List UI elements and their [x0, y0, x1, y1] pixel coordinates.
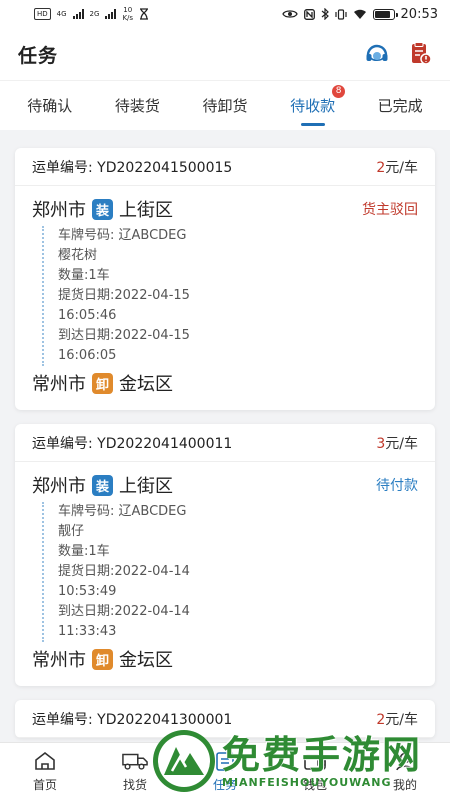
tab-pending-unload[interactable]: 待卸货: [198, 85, 251, 126]
signal-icon-2: [105, 9, 117, 19]
headset-icon[interactable]: [364, 41, 390, 67]
network-4g-label: 4G: [56, 10, 67, 18]
nfc-icon: [303, 8, 315, 20]
order-status: 待付款: [376, 478, 418, 494]
network-2g-label: 2G: [89, 10, 100, 18]
quantity: 数量:1车: [58, 268, 110, 283]
wifi-icon: [353, 9, 366, 19]
freight-price: 3元/车: [376, 435, 418, 452]
clock: 20:53: [400, 6, 438, 22]
freight-price: 2元/车: [376, 711, 418, 728]
vibrate-icon: [334, 8, 347, 20]
load-tag: 装: [92, 198, 113, 220]
arrive-time: 16:06:05: [58, 348, 117, 363]
nav-wallet[interactable]: 钱包: [275, 750, 355, 793]
tab-pending-confirm[interactable]: 待确认: [23, 85, 76, 126]
nav-profile[interactable]: 我的: [365, 750, 445, 793]
home-icon: [32, 750, 58, 772]
battery-icon: [372, 8, 398, 20]
origin: 郑州市 装 上街区: [32, 198, 173, 221]
pickup-date: 提货日期:2022-04-15: [58, 288, 190, 303]
tab-pending-payment[interactable]: 待收款 8: [286, 85, 346, 126]
nav-find-goods[interactable]: 找货: [95, 750, 175, 793]
arrive-date: 到达日期:2022-04-15: [58, 328, 190, 343]
order-card[interactable]: 运单编号: YD2022041500015 2元/车 郑州市 装 上街区 货主驳…: [15, 148, 435, 410]
goods-name: 樱花树: [58, 248, 98, 263]
freight-price: 2元/车: [376, 159, 418, 176]
nav-home[interactable]: 首页: [5, 750, 85, 793]
waybill-number: 运单编号: YD2022041400011: [32, 435, 233, 452]
destination: 常州市 卸 金坛区: [32, 648, 173, 671]
arrive-time: 11:33:43: [58, 624, 117, 639]
user-icon: [392, 750, 418, 772]
pickup-date: 提货日期:2022-04-14: [58, 564, 190, 579]
arrive-date: 到达日期:2022-04-14: [58, 604, 190, 619]
page-title: 任务: [18, 44, 59, 67]
waybill-number: 运单编号: YD2022041300001: [32, 711, 233, 728]
load-tag: 装: [92, 474, 113, 496]
order-list: 运单编号: YD2022041500015 2元/车 郑州市 装 上街区 货主驳…: [0, 130, 450, 738]
bottom-nav: 首页 找货 任务 钱包 我的: [0, 742, 450, 800]
order-card[interactable]: 运单编号: YD2022041400011 3元/车 郑州市 装 上街区 待付款…: [15, 424, 435, 686]
plate-number: 车牌号码: 辽ABCDEG: [58, 504, 187, 519]
eye-icon: [281, 10, 298, 18]
hd-badge: HD: [34, 8, 51, 20]
quantity: 数量:1车: [58, 544, 110, 559]
status-bar: HD 4G 2G 10 K/s 20:53: [0, 0, 450, 28]
tab-pending-load[interactable]: 待装货: [111, 85, 164, 126]
wallet-icon: [302, 750, 328, 772]
tab-count-badge: 8: [332, 85, 346, 98]
task-icon: [212, 750, 238, 772]
pickup-time: 16:05:46: [58, 308, 117, 323]
nav-tasks[interactable]: 任务: [185, 750, 265, 793]
order-card[interactable]: 运单编号: YD2022041300001 2元/车: [15, 700, 435, 738]
hourglass-icon: [140, 8, 149, 20]
waybill-number: 运单编号: YD2022041500015: [32, 159, 233, 176]
unload-tag: 卸: [92, 648, 113, 670]
order-details: 车牌号码: 辽ABCDEG 樱花树 数量:1车 提货日期:2022-04-15 …: [42, 226, 418, 366]
truck-icon: [122, 750, 148, 772]
bluetooth-icon: [321, 8, 329, 20]
app-header: 任务: [0, 28, 450, 80]
order-details: 车牌号码: 辽ABCDEG 靓仔 数量:1车 提货日期:2022-04-14 1…: [42, 502, 418, 642]
tab-completed[interactable]: 已完成: [374, 85, 427, 126]
status-tabs: 待确认 待装货 待卸货 待收款 8 已完成: [0, 80, 450, 130]
unload-tag: 卸: [92, 372, 113, 394]
origin: 郑州市 装 上街区: [32, 474, 173, 497]
pickup-time: 10:53:49: [58, 584, 117, 599]
destination: 常州市 卸 金坛区: [32, 372, 173, 395]
order-status: 货主驳回: [362, 202, 418, 218]
net-speed: 10 K/s: [122, 6, 134, 22]
plate-number: 车牌号码: 辽ABCDEG: [58, 228, 187, 243]
document-alert-icon[interactable]: [408, 41, 434, 67]
goods-name: 靓仔: [58, 524, 85, 539]
signal-icon: [72, 9, 84, 19]
